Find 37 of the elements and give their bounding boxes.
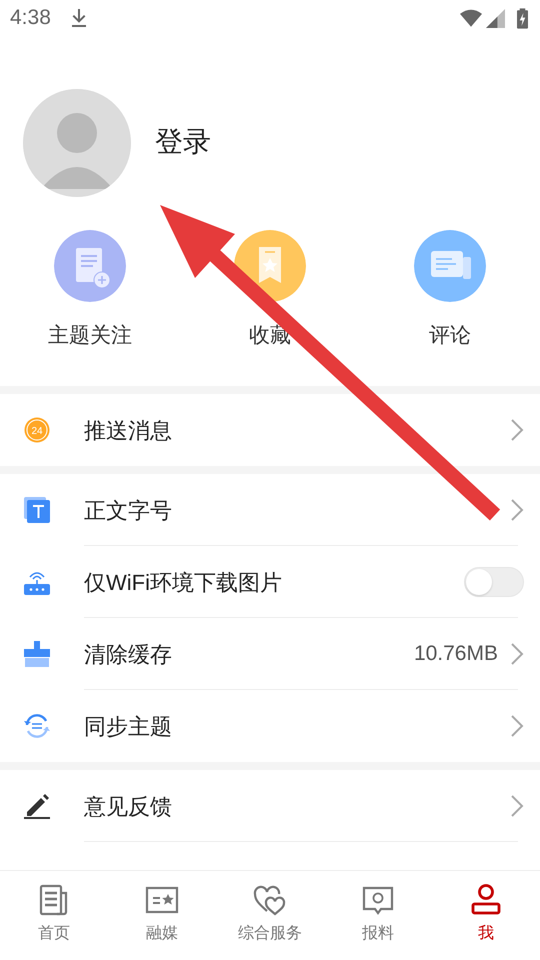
- chevron-icon: [510, 499, 524, 521]
- chevron-icon: [510, 715, 524, 737]
- battery-icon: [517, 8, 528, 28]
- shortcut-label[interactable]: 主题关注: [48, 320, 132, 352]
- wifi-icon: [460, 8, 482, 28]
- pencil-icon: [24, 793, 50, 819]
- tab[interactable]: 报料: [324, 871, 432, 960]
- router-icon: [24, 569, 50, 595]
- tab[interactable]: 我: [432, 871, 540, 960]
- menu-row[interactable]: 仅WiFi环境下载图片: [0, 546, 540, 618]
- brush-icon: [24, 641, 50, 667]
- menu-row[interactable]: 意见反馈: [0, 770, 540, 842]
- menu-row[interactable]: 24 推送消息: [0, 394, 540, 466]
- shortcut-icon[interactable]: [234, 230, 306, 302]
- signal-icon: [486, 8, 505, 28]
- shortcut-label[interactable]: 评论: [429, 320, 471, 352]
- login-link[interactable]: 登录: [155, 121, 211, 163]
- tab[interactable]: 首页: [0, 871, 108, 960]
- shortcut-icon[interactable]: [54, 230, 126, 302]
- clock-badge-icon: 24: [24, 417, 50, 443]
- text-size-icon: [24, 497, 50, 523]
- chevron-icon: [510, 419, 524, 441]
- chevron-icon: [510, 643, 524, 665]
- toggle-switch[interactable]: [464, 567, 524, 597]
- tab[interactable]: 综合服务: [216, 871, 324, 960]
- tab[interactable]: 融媒: [108, 871, 216, 960]
- cache-size: 10.76MB: [414, 641, 498, 668]
- profile-icon: [469, 883, 503, 917]
- menu-row[interactable]: 清除缓存 10.76MB: [0, 618, 540, 690]
- menu-row[interactable]: 正文字号: [0, 474, 540, 546]
- menu-row[interactable]: 同步主题: [0, 690, 540, 762]
- hearts-icon: [253, 883, 287, 917]
- shortcut-icon[interactable]: [414, 230, 486, 302]
- clock-text: 4:38: [10, 5, 51, 32]
- avatar[interactable]: [23, 89, 131, 197]
- sync-icon: [24, 713, 50, 739]
- chevron-icon: [510, 795, 524, 817]
